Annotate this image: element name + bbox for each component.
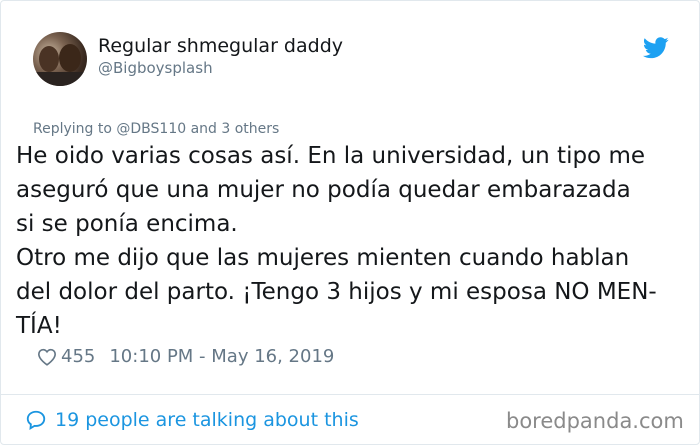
comment-bubble-icon — [26, 410, 46, 430]
replying-suffix[interactable]: and 3 others — [191, 121, 280, 137]
twitter-bird-icon[interactable] — [643, 37, 669, 59]
display-name[interactable]: Regular shmegular daddy — [98, 35, 343, 57]
tweet-meta: 455 10:10 PM - May 16, 2019 — [37, 346, 334, 367]
timestamp[interactable]: 10:10 PM - May 16, 2019 — [109, 346, 334, 367]
replying-to: Replying to @DBS110 and 3 others — [33, 121, 279, 137]
reply-mention-link[interactable]: @DBS110 — [116, 121, 186, 137]
tweet-line: aseguró que una mujer no podía quedar em… — [16, 177, 631, 203]
divider — [1, 394, 699, 395]
talking-label: 19 people are talking about this — [55, 409, 359, 431]
tweet-line: TÍA! — [16, 313, 62, 339]
tweet-line: del dolor del parto. ¡Tengo 3 hijos y mi… — [16, 279, 657, 305]
avatar[interactable] — [33, 32, 87, 86]
conversation-link[interactable]: 19 people are talking about this — [25, 409, 359, 431]
tweet-card: Regular shmegular daddy @Bigboysplash Re… — [0, 0, 700, 445]
like-count[interactable]: 455 — [61, 346, 95, 367]
user-handle[interactable]: @Bigboysplash — [98, 59, 213, 77]
tweet-text: He oido varias cosas así. En la universi… — [16, 139, 696, 343]
heart-icon[interactable] — [37, 348, 57, 366]
tweet-line: He oido varias cosas así. En la universi… — [16, 143, 645, 169]
brand-watermark: boredpanda.com — [506, 409, 684, 433]
replying-prefix: Replying to — [33, 121, 112, 137]
tweet-line: si se ponía encima. — [16, 211, 238, 237]
tweet-line: Otro me dijo que las mujeres mienten cua… — [16, 245, 630, 271]
